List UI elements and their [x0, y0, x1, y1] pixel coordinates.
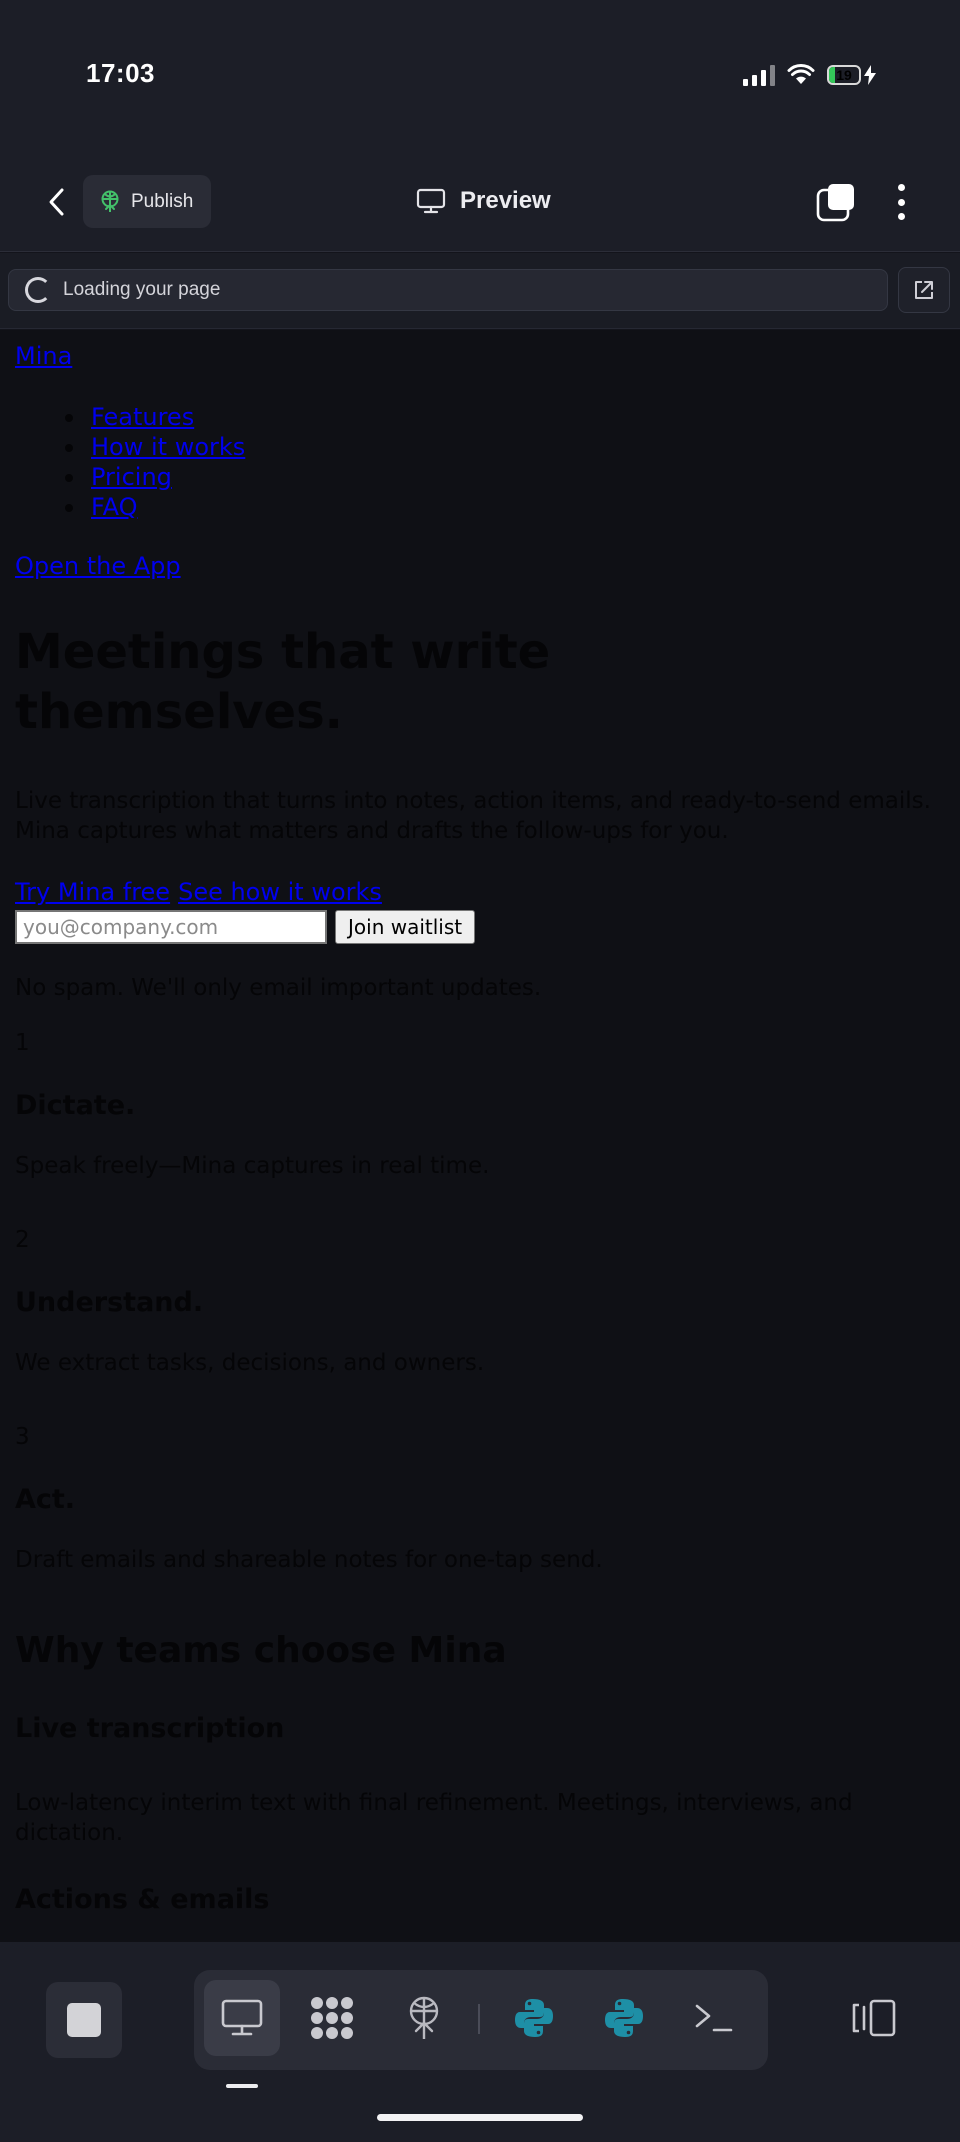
status-bar: 17:03 19 — [0, 0, 960, 150]
nav-link-features[interactable]: Features — [91, 403, 194, 431]
step-description: We extract tasks, decisions, and owners. — [15, 1350, 485, 1376]
shell-tab[interactable] — [676, 1980, 752, 2056]
stop-icon — [67, 2003, 101, 2037]
open-app-link[interactable]: Open the App — [15, 552, 181, 580]
nav-item-how-it-works: How it works — [64, 432, 245, 462]
charging-bolt-icon — [864, 65, 876, 85]
monitor-icon — [416, 188, 446, 214]
brand-link[interactable]: Mina — [15, 342, 72, 370]
url-field[interactable]: Loading your page — [8, 269, 888, 311]
home-indicator — [377, 2114, 583, 2121]
more-dot-icon — [897, 198, 905, 206]
wifi-icon — [787, 64, 815, 84]
step-description: Speak freely—Mina captures in real time. — [15, 1153, 490, 1179]
more-options-button[interactable] — [886, 180, 916, 224]
step-number: 1 — [15, 1030, 30, 1056]
publish-label: Publish — [131, 190, 194, 212]
chevron-left-icon — [49, 188, 64, 216]
dock-divider — [478, 2004, 480, 2034]
back-button[interactable] — [38, 182, 74, 222]
python-tab-2[interactable] — [586, 1980, 662, 2056]
battery-percentage: 19 — [836, 67, 852, 83]
deploy-tab[interactable] — [386, 1980, 462, 2056]
more-dot-icon — [897, 184, 905, 191]
hero-subtitle: Live transcription that turns into notes… — [15, 788, 931, 844]
hero-title: Meetings that write themselves. — [15, 624, 551, 740]
battery-icon: 19 — [827, 65, 876, 85]
desktop-preview-tab[interactable] — [204, 1980, 280, 2056]
step-1: 1 Dictate. Speak freely—Mina captures in… — [15, 1030, 489, 1179]
step-2: 2 Understand. We extract tasks, decision… — [15, 1227, 484, 1376]
bottom-dock — [0, 1942, 960, 2142]
stop-button[interactable] — [46, 1982, 122, 2058]
site-nav: Features How it works Pricing FAQ — [64, 402, 245, 522]
tabs-icon — [816, 184, 854, 222]
nav-item-pricing: Pricing — [64, 462, 245, 492]
sidebar-panel-icon — [852, 1999, 896, 2037]
sidebar-toggle-button[interactable] — [846, 1990, 902, 2046]
external-link-icon — [915, 281, 933, 299]
step-3: 3 Act. Draft emails and shareable notes … — [15, 1424, 603, 1573]
apps-tab[interactable] — [294, 1980, 370, 2056]
nav-link-faq[interactable]: FAQ — [91, 493, 138, 521]
nav-item-faq: FAQ — [64, 492, 245, 522]
python-tab-1[interactable] — [496, 1980, 572, 2056]
why-section-title: Why teams choose Mina — [15, 1630, 507, 1671]
step-number: 2 — [15, 1227, 30, 1253]
status-icons: 19 — [743, 64, 876, 86]
tabs-button[interactable] — [816, 182, 856, 222]
loading-spinner-icon — [25, 277, 51, 303]
address-bar: Loading your page — [0, 253, 960, 329]
step-description: Draft emails and shareable notes for one… — [15, 1547, 603, 1573]
deploy-icon — [409, 1996, 439, 2039]
step-title: Dictate. — [15, 1090, 136, 1121]
nav-item-features: Features — [64, 402, 245, 432]
loading-status: Loading your page — [63, 279, 221, 300]
step-title: Act. — [15, 1484, 76, 1515]
desktop-icon — [221, 1999, 263, 2036]
top-toolbar: Publish Preview — [0, 150, 960, 252]
step-number: 3 — [15, 1424, 30, 1450]
python-icon — [515, 1999, 553, 2037]
nav-link-pricing[interactable]: Pricing — [91, 463, 172, 491]
apps-grid-icon — [311, 1997, 353, 2039]
email-input[interactable] — [15, 910, 327, 944]
cta-row: Try Mina free See how it works — [15, 878, 382, 906]
publish-button[interactable]: Publish — [83, 175, 211, 228]
more-dot-icon — [897, 213, 905, 220]
preview-mode-selector[interactable]: Preview — [416, 180, 551, 222]
terminal-icon — [695, 2004, 733, 2032]
see-how-link[interactable]: See how it works — [178, 878, 382, 906]
step-title: Understand. — [15, 1287, 204, 1318]
python-icon — [605, 1999, 643, 2037]
feature-description: Low-latency interim text with final refi… — [15, 1790, 853, 1846]
waitlist-form: Join waitlist — [15, 910, 476, 944]
feature-title: Actions & emails — [15, 1884, 270, 1915]
feature-title: Live transcription — [15, 1713, 285, 1744]
open-external-button[interactable] — [898, 267, 950, 313]
dock-tool-group — [194, 1970, 768, 2070]
preview-label: Preview — [460, 187, 551, 214]
try-free-link[interactable]: Try Mina free — [15, 878, 170, 906]
status-time: 17:03 — [86, 58, 155, 88]
publish-icon — [101, 190, 119, 212]
nav-link-how-it-works[interactable]: How it works — [91, 433, 245, 461]
no-spam-note: No spam. We'll only email important upda… — [15, 975, 542, 1001]
active-tab-indicator — [226, 2084, 258, 2088]
cellular-signal-icon — [743, 64, 775, 86]
page-preview: Mina Features How it works Pricing FAQ O… — [0, 330, 960, 1942]
join-waitlist-button[interactable]: Join waitlist — [335, 910, 476, 944]
